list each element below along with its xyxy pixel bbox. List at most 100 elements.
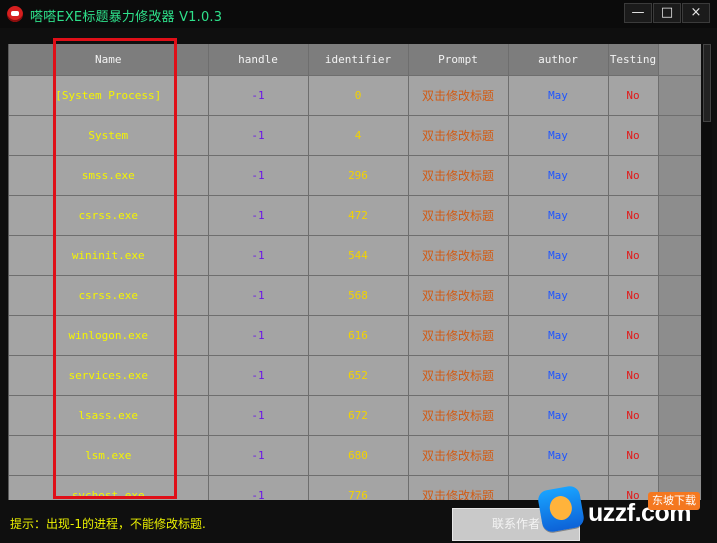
process-name: winlogon.exe bbox=[9, 315, 209, 356]
process-author: May bbox=[508, 155, 609, 196]
column-header-identifier[interactable]: identifier bbox=[308, 44, 409, 76]
process-handle: -1 bbox=[208, 355, 309, 396]
process-name: [System Process] bbox=[9, 75, 209, 116]
scroll-thumb[interactable] bbox=[703, 44, 711, 122]
row-spacer bbox=[658, 195, 701, 236]
row-spacer bbox=[658, 115, 701, 156]
process-handle: -1 bbox=[208, 315, 309, 356]
process-prompt[interactable]: 双击修改标题 bbox=[408, 235, 509, 276]
process-author: May bbox=[508, 195, 609, 236]
process-author: May bbox=[508, 75, 609, 116]
process-name: lsm.exe bbox=[9, 435, 209, 476]
process-identifier: 652 bbox=[308, 355, 409, 396]
column-header-author[interactable]: author bbox=[508, 44, 609, 76]
process-handle: -1 bbox=[208, 115, 309, 156]
process-identifier: 672 bbox=[308, 395, 409, 436]
table-row[interactable]: [System Process] -1 0 双击修改标题 May No bbox=[9, 75, 701, 116]
process-handle: -1 bbox=[208, 235, 309, 276]
vertical-scrollbar[interactable] bbox=[702, 44, 712, 500]
process-name: lsass.exe bbox=[9, 395, 209, 436]
process-prompt[interactable]: 双击修改标题 bbox=[408, 115, 509, 156]
process-identifier: 568 bbox=[308, 275, 409, 316]
app-logo-icon bbox=[7, 6, 23, 22]
column-header-prompt[interactable]: Prompt bbox=[408, 44, 509, 76]
row-spacer bbox=[658, 315, 701, 356]
row-spacer bbox=[658, 435, 701, 476]
process-handle: -1 bbox=[208, 275, 309, 316]
maximize-button[interactable]: □ bbox=[653, 3, 681, 23]
process-prompt[interactable]: 双击修改标题 bbox=[408, 475, 509, 500]
minimize-button[interactable]: — bbox=[624, 3, 652, 23]
table-row[interactable]: lsass.exe -1 672 双击修改标题 May No bbox=[9, 395, 701, 436]
hint-text: 提示：出现-1的进程，不能修改标题. bbox=[10, 517, 206, 531]
process-name: wininit.exe bbox=[9, 235, 209, 276]
table-row[interactable]: csrss.exe -1 568 双击修改标题 May No bbox=[9, 275, 701, 316]
process-author: May bbox=[508, 115, 609, 156]
process-handle: -1 bbox=[208, 435, 309, 476]
table-row[interactable]: smss.exe -1 296 双击修改标题 May No bbox=[9, 155, 701, 196]
process-testing: No bbox=[608, 195, 659, 236]
table-row[interactable]: System -1 4 双击修改标题 May No bbox=[9, 115, 701, 156]
process-author: May bbox=[508, 355, 609, 396]
row-spacer bbox=[658, 75, 701, 116]
table-row[interactable]: winlogon.exe -1 616 双击修改标题 May No bbox=[9, 315, 701, 356]
column-header-testing[interactable]: Testing bbox=[608, 44, 659, 76]
process-prompt[interactable]: 双击修改标题 bbox=[408, 355, 509, 396]
process-handle: -1 bbox=[208, 75, 309, 116]
process-testing: No bbox=[608, 115, 659, 156]
process-handle: -1 bbox=[208, 475, 309, 500]
process-author: May bbox=[508, 395, 609, 436]
process-identifier: 680 bbox=[308, 435, 409, 476]
watermark-logo-icon bbox=[536, 484, 586, 534]
table-row[interactable]: lsm.exe -1 680 双击修改标题 May No bbox=[9, 435, 701, 476]
table-row[interactable]: services.exe -1 652 双击修改标题 May No bbox=[9, 355, 701, 396]
column-header-handle[interactable]: handle bbox=[208, 44, 309, 76]
process-identifier: 616 bbox=[308, 315, 409, 356]
process-identifier: 544 bbox=[308, 235, 409, 276]
process-author: May bbox=[508, 435, 609, 476]
table-header-row: Name handle identifier Prompt author Tes… bbox=[9, 44, 701, 76]
process-prompt[interactable]: 双击修改标题 bbox=[408, 155, 509, 196]
process-testing: No bbox=[608, 435, 659, 476]
process-table-container[interactable]: Name handle identifier Prompt author Tes… bbox=[8, 44, 701, 500]
process-name: smss.exe bbox=[9, 155, 209, 196]
process-handle: -1 bbox=[208, 195, 309, 236]
row-spacer bbox=[658, 355, 701, 396]
process-prompt[interactable]: 双击修改标题 bbox=[408, 315, 509, 356]
process-name: System bbox=[9, 115, 209, 156]
table-row[interactable]: csrss.exe -1 472 双击修改标题 May No bbox=[9, 195, 701, 236]
process-testing: No bbox=[608, 355, 659, 396]
process-name: svchost.exe bbox=[9, 475, 209, 500]
process-author: May bbox=[508, 235, 609, 276]
process-author: May bbox=[508, 275, 609, 316]
process-handle: -1 bbox=[208, 395, 309, 436]
process-prompt[interactable]: 双击修改标题 bbox=[408, 395, 509, 436]
process-testing: No bbox=[608, 275, 659, 316]
process-testing: No bbox=[608, 155, 659, 196]
process-identifier: 0 bbox=[308, 75, 409, 116]
process-testing: No bbox=[608, 395, 659, 436]
column-header-name[interactable]: Name bbox=[9, 44, 209, 76]
row-spacer bbox=[658, 395, 701, 436]
process-author: May bbox=[508, 315, 609, 356]
title-bar[interactable]: 嗒嗒EXE标题暴力修改器 V1.0.3 — □ × bbox=[0, 0, 717, 28]
process-testing: No bbox=[608, 75, 659, 116]
process-testing: No bbox=[608, 235, 659, 276]
column-header-spacer bbox=[658, 44, 701, 76]
process-handle: -1 bbox=[208, 155, 309, 196]
process-identifier: 472 bbox=[308, 195, 409, 236]
process-prompt[interactable]: 双击修改标题 bbox=[408, 195, 509, 236]
process-testing: No bbox=[608, 315, 659, 356]
row-spacer bbox=[658, 155, 701, 196]
close-button[interactable]: × bbox=[682, 3, 710, 23]
watermark-badge: 东坡下载 bbox=[648, 492, 700, 510]
process-prompt[interactable]: 双击修改标题 bbox=[408, 75, 509, 116]
row-spacer bbox=[658, 275, 701, 316]
process-prompt[interactable]: 双击修改标题 bbox=[408, 275, 509, 316]
process-prompt[interactable]: 双击修改标题 bbox=[408, 435, 509, 476]
table-row[interactable]: wininit.exe -1 544 双击修改标题 May No bbox=[9, 235, 701, 276]
site-watermark: uzzf.com 东坡下载 bbox=[530, 478, 714, 538]
process-identifier: 776 bbox=[308, 475, 409, 500]
process-name: csrss.exe bbox=[9, 195, 209, 236]
process-name: csrss.exe bbox=[9, 275, 209, 316]
